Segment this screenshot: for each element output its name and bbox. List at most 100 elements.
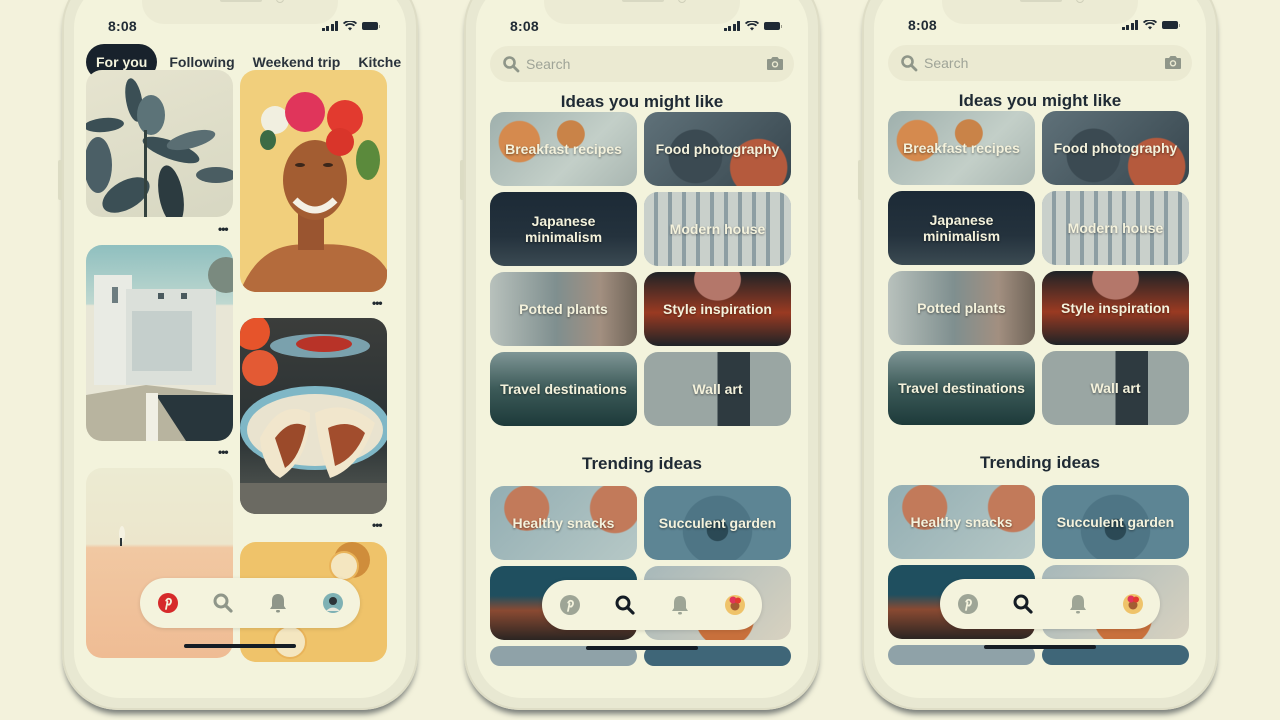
- camera-icon[interactable]: [1164, 54, 1182, 70]
- wifi-icon: [343, 21, 357, 31]
- nav-profile-button[interactable]: [319, 589, 347, 617]
- nav-search-button[interactable]: [611, 591, 639, 619]
- profile-avatar-icon: [724, 595, 745, 615]
- idea-travel-destinations[interactable]: Travel destinations: [490, 352, 637, 426]
- search-icon: [901, 55, 918, 72]
- search-icon: [503, 56, 520, 73]
- bottom-nav: [542, 580, 762, 630]
- pin-more-button[interactable]: •••: [372, 518, 383, 532]
- pin-flower-crown-portrait[interactable]: [240, 70, 387, 292]
- plant-image: [86, 78, 233, 217]
- home-indicator: [184, 644, 296, 648]
- pin-more-button[interactable]: •••: [218, 222, 229, 236]
- pinterest-logo-icon: [957, 594, 978, 614]
- status-time: 8:08: [510, 18, 539, 34]
- pinterest-logo-icon: [559, 595, 580, 615]
- nav-home-button[interactable]: [154, 589, 182, 617]
- bell-icon: [671, 596, 688, 615]
- status-icons: [1121, 20, 1180, 30]
- battery-icon: [362, 22, 380, 30]
- pin-building[interactable]: [86, 245, 233, 441]
- trending-succulent-garden[interactable]: Succulent garden: [644, 486, 791, 560]
- nav-home-button[interactable]: [556, 591, 584, 619]
- idea-wall-art[interactable]: Wall art: [1042, 351, 1189, 425]
- pin-more-button[interactable]: •••: [218, 445, 229, 459]
- idea-travel-destinations[interactable]: Travel destinations: [888, 351, 1035, 425]
- bell-icon: [1069, 595, 1086, 614]
- front-camera: [678, 0, 686, 3]
- status-bar: 8:08: [874, 17, 1206, 37]
- search-placeholder: Search: [526, 56, 571, 72]
- nav-notifications-button[interactable]: [666, 591, 694, 619]
- pin-more-button[interactable]: •••: [372, 296, 383, 310]
- pin-desert[interactable]: [86, 468, 233, 658]
- battery-icon: [764, 22, 782, 30]
- signal-icon: [321, 21, 338, 31]
- home-indicator: [984, 645, 1096, 649]
- trending-section-title: Trending ideas: [582, 454, 702, 473]
- idea-breakfast-recipes[interactable]: Breakfast recipes: [888, 111, 1035, 185]
- camera-icon[interactable]: [766, 55, 784, 71]
- desert-image: [119, 526, 125, 546]
- status-time: 8:08: [108, 18, 137, 34]
- phone-home-feed: 8:08 For you Following Weekend trip Kitc…: [58, 0, 418, 710]
- signal-icon: [1121, 20, 1138, 30]
- idea-wall-art[interactable]: Wall art: [644, 352, 791, 426]
- search-input[interactable]: Search: [490, 46, 794, 82]
- home-screen: 8:08 For you Following Weekend trip Kitc…: [74, 0, 406, 698]
- signal-icon: [723, 21, 740, 31]
- idea-modern-house[interactable]: Modern house: [644, 192, 791, 266]
- profile-avatar-icon: [322, 593, 343, 613]
- nav-profile-button[interactable]: [1119, 590, 1147, 618]
- idea-food-photography[interactable]: Food photography: [1042, 111, 1189, 185]
- building-image: [86, 257, 233, 441]
- status-icons: [723, 21, 782, 31]
- idea-modern-house[interactable]: Modern house: [1042, 191, 1189, 265]
- bottom-nav: [940, 579, 1160, 629]
- pinterest-logo-icon: [157, 593, 178, 613]
- search-icon: [213, 593, 233, 613]
- battery-icon: [1162, 21, 1180, 29]
- pin-tacos[interactable]: [240, 318, 387, 514]
- nav-notifications-button[interactable]: [264, 589, 292, 617]
- idea-style-inspiration[interactable]: Style inspiration: [1042, 271, 1189, 345]
- nav-notifications-button[interactable]: [1064, 590, 1092, 618]
- status-bar: 8:08: [476, 18, 808, 38]
- search-placeholder: Search: [924, 55, 969, 71]
- nav-search-button[interactable]: [209, 589, 237, 617]
- front-camera: [1076, 0, 1084, 3]
- portrait-image: [240, 92, 387, 292]
- trending-succulent-garden[interactable]: Succulent garden: [1042, 485, 1189, 559]
- nav-profile-button[interactable]: [721, 591, 749, 619]
- nav-search-button[interactable]: [1009, 590, 1037, 618]
- idea-food-photography[interactable]: Food photography: [644, 112, 791, 186]
- idea-potted-plants[interactable]: Potted plants: [490, 272, 637, 346]
- idea-style-inspiration[interactable]: Style inspiration: [644, 272, 791, 346]
- nav-home-button[interactable]: [954, 590, 982, 618]
- search-icon: [615, 595, 635, 615]
- status-icons: [321, 21, 380, 31]
- bottom-nav: [140, 578, 360, 628]
- pin-plant[interactable]: [86, 70, 233, 217]
- trending-healthy-snacks[interactable]: Healthy snacks: [490, 486, 637, 560]
- idea-japanese-minimalism[interactable]: Japanese minimalism: [490, 192, 637, 266]
- home-indicator: [586, 646, 698, 650]
- phone-search-duplicate: 8:08 Search Ideas you might like Breakfa…: [858, 0, 1218, 710]
- search-screen: 8:08 Search Ideas you might like Breakfa…: [476, 0, 808, 698]
- status-bar: 8:08: [74, 18, 406, 38]
- ideas-section-title: Ideas you might like: [560, 92, 724, 111]
- idea-japanese-minimalism[interactable]: Japanese minimalism: [888, 191, 1035, 265]
- tacos-image: [240, 318, 387, 514]
- search-input[interactable]: Search: [888, 45, 1192, 81]
- trending-section-title: Trending ideas: [980, 453, 1100, 472]
- bell-icon: [269, 594, 286, 613]
- search-screen: 8:08 Search Ideas you might like Breakfa…: [874, 0, 1206, 698]
- speaker: [220, 0, 262, 2]
- trending-healthy-snacks[interactable]: Healthy snacks: [888, 485, 1035, 559]
- speaker: [622, 0, 664, 2]
- idea-potted-plants[interactable]: Potted plants: [888, 271, 1035, 345]
- idea-breakfast-recipes[interactable]: Breakfast recipes: [490, 112, 637, 186]
- speaker: [1020, 0, 1062, 2]
- status-time: 8:08: [908, 17, 937, 33]
- phone-search: 8:08 Search Ideas you might like Breakfa…: [460, 0, 820, 710]
